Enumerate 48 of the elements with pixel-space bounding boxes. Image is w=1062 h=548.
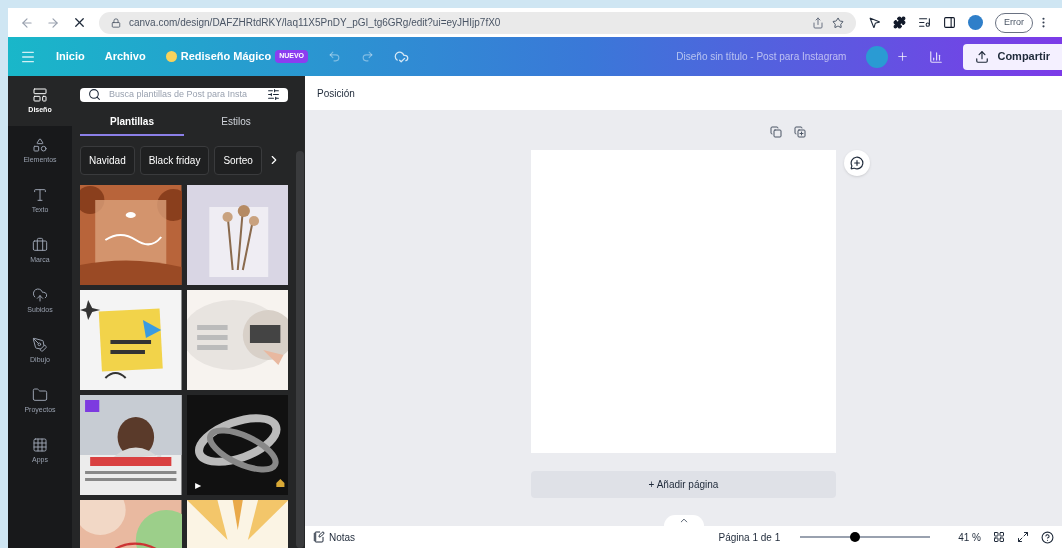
url-text: canva.com/design/DAFZHRtdRKY/laq11X5PnDY_pGI_tg6GRg/edit?ui=eyJHIjp7fX0 bbox=[129, 16, 502, 30]
help-icon[interactable] bbox=[1041, 530, 1054, 544]
fullscreen-icon[interactable] bbox=[1017, 531, 1029, 543]
cloud-upload-icon bbox=[32, 286, 48, 303]
comment-icon bbox=[850, 156, 864, 170]
notes-button[interactable]: Notas bbox=[329, 529, 356, 545]
text-icon bbox=[32, 186, 48, 203]
plus-icon[interactable] bbox=[896, 50, 910, 63]
chart-icon[interactable] bbox=[929, 49, 944, 64]
side-panel-icon[interactable] bbox=[943, 16, 956, 29]
briefcase-icon bbox=[32, 236, 48, 253]
grid-icon bbox=[32, 436, 48, 453]
pointer-icon[interactable] bbox=[868, 16, 881, 29]
panel-tab[interactable]: Estilos bbox=[184, 109, 288, 136]
search-field[interactable]: Busca plantillas de Post para Insta bbox=[80, 88, 288, 102]
comment-button[interactable] bbox=[844, 150, 870, 176]
scrollbar[interactable] bbox=[296, 151, 304, 548]
lock-icon bbox=[111, 17, 121, 28]
grid-view-icon[interactable] bbox=[993, 531, 1005, 543]
category-chip[interactable]: Navidad bbox=[80, 145, 135, 175]
star-icon[interactable] bbox=[832, 16, 844, 29]
playlist-icon[interactable] bbox=[918, 16, 931, 29]
upload-icon bbox=[975, 49, 990, 64]
duplicate-icon[interactable] bbox=[770, 126, 782, 138]
cloud-saved-icon[interactable] bbox=[394, 49, 410, 64]
folder-icon bbox=[32, 386, 48, 403]
add-page-icon[interactable] bbox=[794, 126, 806, 138]
close-icon[interactable] bbox=[72, 15, 87, 30]
filter-icon[interactable] bbox=[267, 88, 280, 102]
zoom-thumb[interactable] bbox=[849, 532, 860, 542]
sparkle-icon bbox=[165, 51, 177, 62]
position-button[interactable]: Posición bbox=[317, 85, 355, 101]
notes-icon[interactable] bbox=[313, 531, 325, 543]
panel-tab[interactable]: Plantillas bbox=[80, 109, 184, 136]
zoom-reading[interactable]: 41 % bbox=[958, 529, 981, 545]
pen-icon bbox=[32, 336, 48, 353]
layout-icon bbox=[32, 86, 48, 103]
share-button[interactable]: Compartir bbox=[963, 43, 1062, 70]
page-indicator: Página 1 de 1 bbox=[718, 530, 781, 545]
category-chip[interactable]: Black friday bbox=[139, 145, 210, 175]
share-icon[interactable] bbox=[812, 16, 824, 29]
puzzle-icon[interactable] bbox=[893, 16, 906, 29]
address-bar[interactable]: canva.com/design/DAFZHRtdRKY/laq11X5PnDY_pGI_tg6GRg/edit?ui=eyJHIjp7fX0 bbox=[99, 11, 856, 34]
category-chip[interactable]: Sorteo bbox=[214, 145, 262, 175]
profile-avatar[interactable] bbox=[968, 15, 983, 30]
shapes-icon bbox=[32, 136, 48, 153]
add-page-button[interactable]: + Añadir página bbox=[531, 471, 836, 498]
search-icon bbox=[88, 88, 101, 102]
